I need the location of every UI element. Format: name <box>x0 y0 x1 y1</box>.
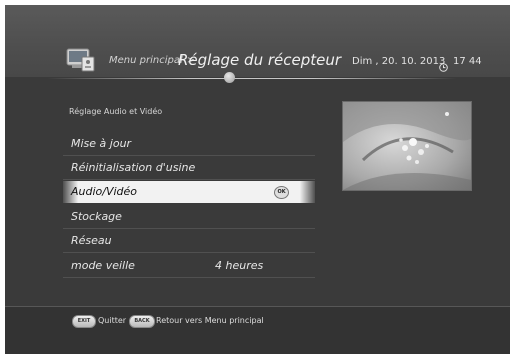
back-key-icon[interactable]: BACK <box>129 315 155 328</box>
exit-key-icon[interactable]: EXIT <box>72 315 96 328</box>
tv-screen: Menu principal > Réglage du récepteur Dim… <box>5 5 510 354</box>
page-title: Réglage du récepteur <box>178 51 342 69</box>
menu-item-reseau[interactable]: Réseau <box>63 230 315 253</box>
menu-item-value: 4 heures <box>215 259 264 272</box>
header-indicator-dot <box>224 72 235 83</box>
menu-item-label: Réinitialisation d'usine <box>71 161 196 174</box>
menu-item-label: Stockage <box>71 210 122 223</box>
ok-button-icon: OK <box>274 186 289 199</box>
exit-label: Quitter <box>98 316 127 325</box>
receiver-settings-icon <box>66 47 96 73</box>
menu-item-label: mode veille <box>71 259 135 272</box>
menu-item-stockage[interactable]: Stockage <box>63 206 315 229</box>
menu-item-reinitialisation[interactable]: Réinitialisation d'usine <box>63 157 315 180</box>
menu-item-label: Audio/Vidéo <box>71 185 138 198</box>
header-divider <box>47 78 457 79</box>
section-label: Réglage Audio et Vidéo <box>69 107 163 116</box>
time-display: 17 44 <box>453 56 482 67</box>
breadcrumb-parent[interactable]: Menu principal <box>109 55 183 66</box>
menu-item-mise-a-jour[interactable]: Mise à jour <box>63 133 315 156</box>
date-display: Dim , 20. 10. 2013 <box>352 56 446 67</box>
menu-item-audio-video[interactable]: Audio/Vidéo OK <box>63 181 315 203</box>
menu-item-label: Mise à jour <box>71 137 132 150</box>
clock-icon <box>439 57 448 72</box>
menu-item-mode-veille[interactable]: mode veille 4 heures <box>63 255 315 278</box>
video-preview <box>342 101 472 191</box>
back-label: Retour vers Menu principal <box>156 316 264 325</box>
menu-item-label: Réseau <box>71 234 112 247</box>
